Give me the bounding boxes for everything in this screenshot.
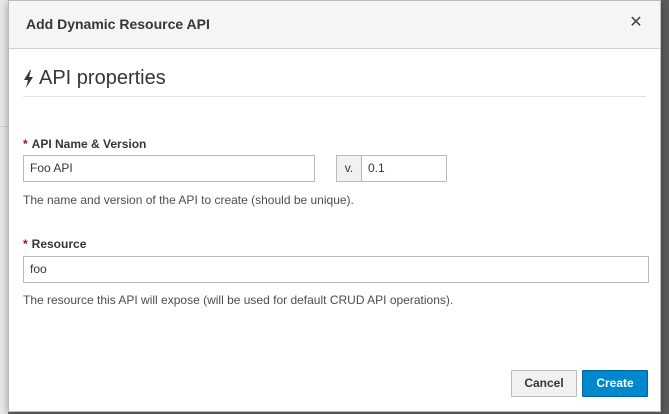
create-button[interactable]: Create [582,370,648,397]
section-heading: API properties [23,67,166,90]
api-name-label-text: API Name & Version [31,137,147,151]
dialog-header: Add Dynamic Resource API ✕ [9,1,660,49]
version-addon: v. [336,155,362,182]
resource-label-text: Resource [31,237,87,251]
cancel-button[interactable]: Cancel [511,370,577,397]
api-name-label: * API Name & Version [23,137,146,151]
bolt-icon [24,69,33,88]
backdrop-divider [0,126,8,127]
backdrop-right [661,0,669,414]
add-dynamic-resource-api-dialog: Add Dynamic Resource API ✕ API propertie… [8,0,661,412]
resource-input[interactable]: foo [23,256,649,283]
resource-help: The resource this API will expose (will … [23,293,454,307]
backdrop-left [0,0,8,414]
required-marker: * [23,137,28,151]
dialog-title: Add Dynamic Resource API [26,16,210,32]
section-title: API properties [39,67,166,89]
resource-label: * Resource [23,237,86,251]
api-version-input[interactable]: 0.1 [361,155,447,182]
required-marker: * [23,237,28,251]
close-icon[interactable]: ✕ [626,13,646,33]
section-divider [23,96,646,97]
api-name-input[interactable]: Foo API [23,155,315,182]
api-name-help: The name and version of the API to creat… [23,193,354,207]
